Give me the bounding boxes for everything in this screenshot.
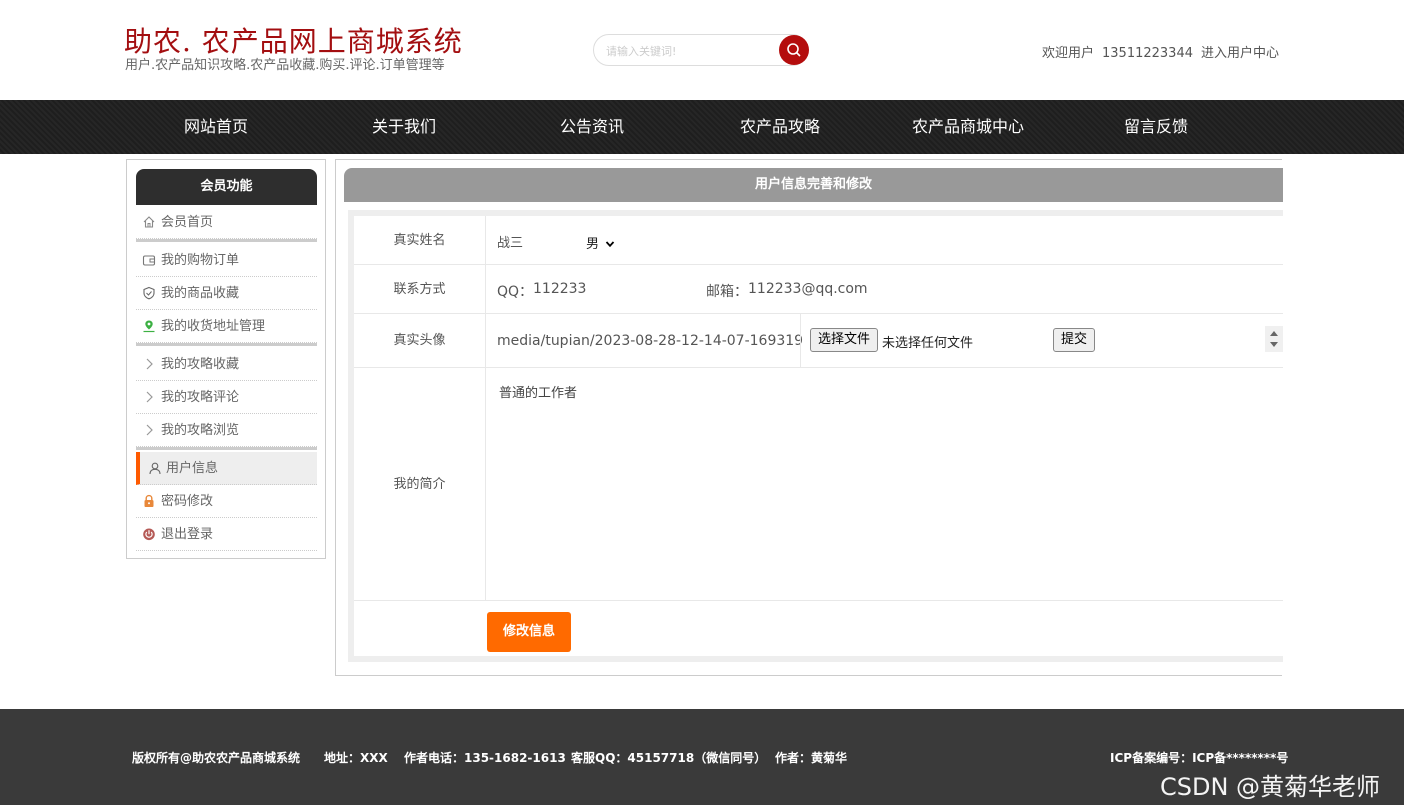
user-center-link[interactable]: 进入用户中心 [1201,46,1279,61]
csdn-watermark: CSDN @黄菊华老师 [1160,773,1381,801]
field-label: 真实姓名 [354,216,486,264]
form-row-intro: 我的简介 普通的工作者 [354,368,1283,601]
site-subtitle: 用户.农产品知识攻略.农产品收藏.购买.评论.订单管理等 [125,58,445,73]
power-icon [143,528,155,541]
file-status-text: 未选择任何文件 [882,336,974,351]
modify-info-button[interactable]: 修改信息 [487,612,571,652]
nav-item-home[interactable]: 网站首页 [184,100,248,154]
footer-address: 地址：XXX [324,751,388,765]
nav-item-shop[interactable]: 农产品商城中心 [912,100,1024,154]
chevron-right-icon [146,391,153,403]
chevron-right-icon [146,358,153,370]
chevron-right-icon [146,424,153,436]
search-box [593,34,809,66]
user-info-form: 真实姓名 战三 男 联系方式 QQ： 112233 邮箱： 112233@qq.… [348,210,1283,662]
location-icon [143,320,155,333]
gender-select[interactable]: 男 [586,233,615,252]
main-nav: 网站首页 关于我们 公告资讯 农产品攻略 农产品商城中心 留言反馈 [0,100,1404,154]
sidebar-item-label: 我的收货地址管理 [161,319,266,334]
sidebar-item-guide-comments[interactable]: 我的攻略评论 [136,381,317,414]
upload-submit-button[interactable]: 提交 [1053,328,1096,352]
sidebar-item-address[interactable]: 我的收货地址管理 [136,310,317,343]
sidebar-item-guide-history[interactable]: 我的攻略浏览 [136,414,317,447]
nav-item-news[interactable]: 公告资讯 [560,100,624,154]
search-input[interactable] [606,42,766,60]
divider [800,314,801,368]
main-panel: 用户信息完善和修改 真实姓名 战三 男 联系方式 QQ： 112233 邮箱： … [335,159,1283,676]
avatar-path-field[interactable]: media/tupian/2023-08-28-12-14-07-169319 [497,333,803,349]
sidebar-item-favorites[interactable]: 我的商品收藏 [136,277,317,310]
member-sidebar: 会员功能 会员首页 我的购物订单 我的商品收藏 我的收货地址管理 我的攻略收藏 … [126,159,326,559]
sidebar-item-label: 会员首页 [161,215,214,230]
divider [136,343,317,346]
user-icon [149,462,161,475]
field-label: 联系方式 [354,265,486,313]
scroll-spinner[interactable] [1265,326,1283,352]
field-label: 真实头像 [354,314,486,367]
email-field[interactable]: 112233@qq.com [748,281,868,297]
divider [136,447,317,450]
footer-copyright: 版权所有@助农农产品商城系统 [132,751,301,765]
sidebar-item-password[interactable]: 密码修改 [136,485,317,518]
gender-selected: 男 [586,237,600,252]
footer-service-qq: 客服QQ：45157718（微信同号） [571,751,767,765]
form-row-name: 真实姓名 战三 男 [354,216,1283,265]
intro-textarea[interactable]: 普通的工作者 [487,368,1283,601]
sidebar-item-user-info[interactable]: 用户信息 [136,452,317,485]
welcome-area: 欢迎用户 13511223344 进入用户中心 [1042,42,1279,61]
lock-icon [144,494,154,507]
username: 13511223344 [1102,46,1193,61]
wallet-icon [142,255,156,266]
divider [136,239,317,242]
sidebar-item-label: 我的购物订单 [161,253,240,268]
sidebar-item-member-home[interactable]: 会员首页 [136,206,317,239]
search-button[interactable] [779,35,809,65]
shield-icon [143,286,155,300]
sidebar-item-logout[interactable]: 退出登录 [136,518,317,551]
sidebar-title: 会员功能 [136,169,317,205]
form-row-contact: 联系方式 QQ： 112233 邮箱： 112233@qq.com [354,265,1283,314]
sidebar-item-orders[interactable]: 我的购物订单 [136,244,317,277]
qq-field[interactable]: 112233 [533,281,586,297]
chevron-down-icon [605,241,615,248]
sidebar-item-guide-favorites[interactable]: 我的攻略收藏 [136,348,317,381]
sidebar-item-label: 我的攻略评论 [161,390,240,405]
intro-text: 普通的工作者 [499,386,578,401]
real-name-field[interactable]: 战三 [497,232,523,251]
nav-item-about[interactable]: 关于我们 [372,100,436,154]
nav-item-guides[interactable]: 农产品攻略 [740,100,820,154]
nav-item-feedback[interactable]: 留言反馈 [1124,100,1188,154]
header: 助农. 农产品网上商城系统 用户.农产品知识攻略.农产品收藏.购买.评论.订单管… [0,0,1404,100]
footer-phone: 作者电话：135-1682-1613 [404,751,566,765]
sidebar-item-label: 密码修改 [161,494,214,509]
choose-file-button[interactable]: 选择文件 [810,328,879,352]
footer-icp[interactable]: ICP备案编号：ICP备********号 [1110,749,1288,766]
footer: 版权所有@助农农产品商城系统 地址：XXX 作者电话：135-1682-1613… [0,709,1404,805]
home-icon [143,216,155,228]
panel-title: 用户信息完善和修改 [344,168,1283,202]
form-table: 真实姓名 战三 男 联系方式 QQ： 112233 邮箱： 112233@qq.… [354,216,1283,656]
sidebar-item-label: 我的攻略收藏 [161,357,240,372]
field-label: 我的简介 [354,368,486,600]
footer-author: 作者：黄菊华 [775,751,848,765]
sidebar-item-label: 退出登录 [161,527,214,542]
sidebar-item-label: 我的商品收藏 [161,286,240,301]
search-icon [787,43,801,57]
sidebar-item-label: 我的攻略浏览 [161,423,240,438]
email-label: 邮箱： [706,284,748,300]
form-row-avatar: 真实头像 media/tupian/2023-08-28-12-14-07-16… [354,314,1283,368]
qq-label: QQ： [497,284,534,300]
sidebar-item-label: 用户信息 [166,461,219,476]
welcome-prefix: 欢迎用户 [1042,46,1095,61]
